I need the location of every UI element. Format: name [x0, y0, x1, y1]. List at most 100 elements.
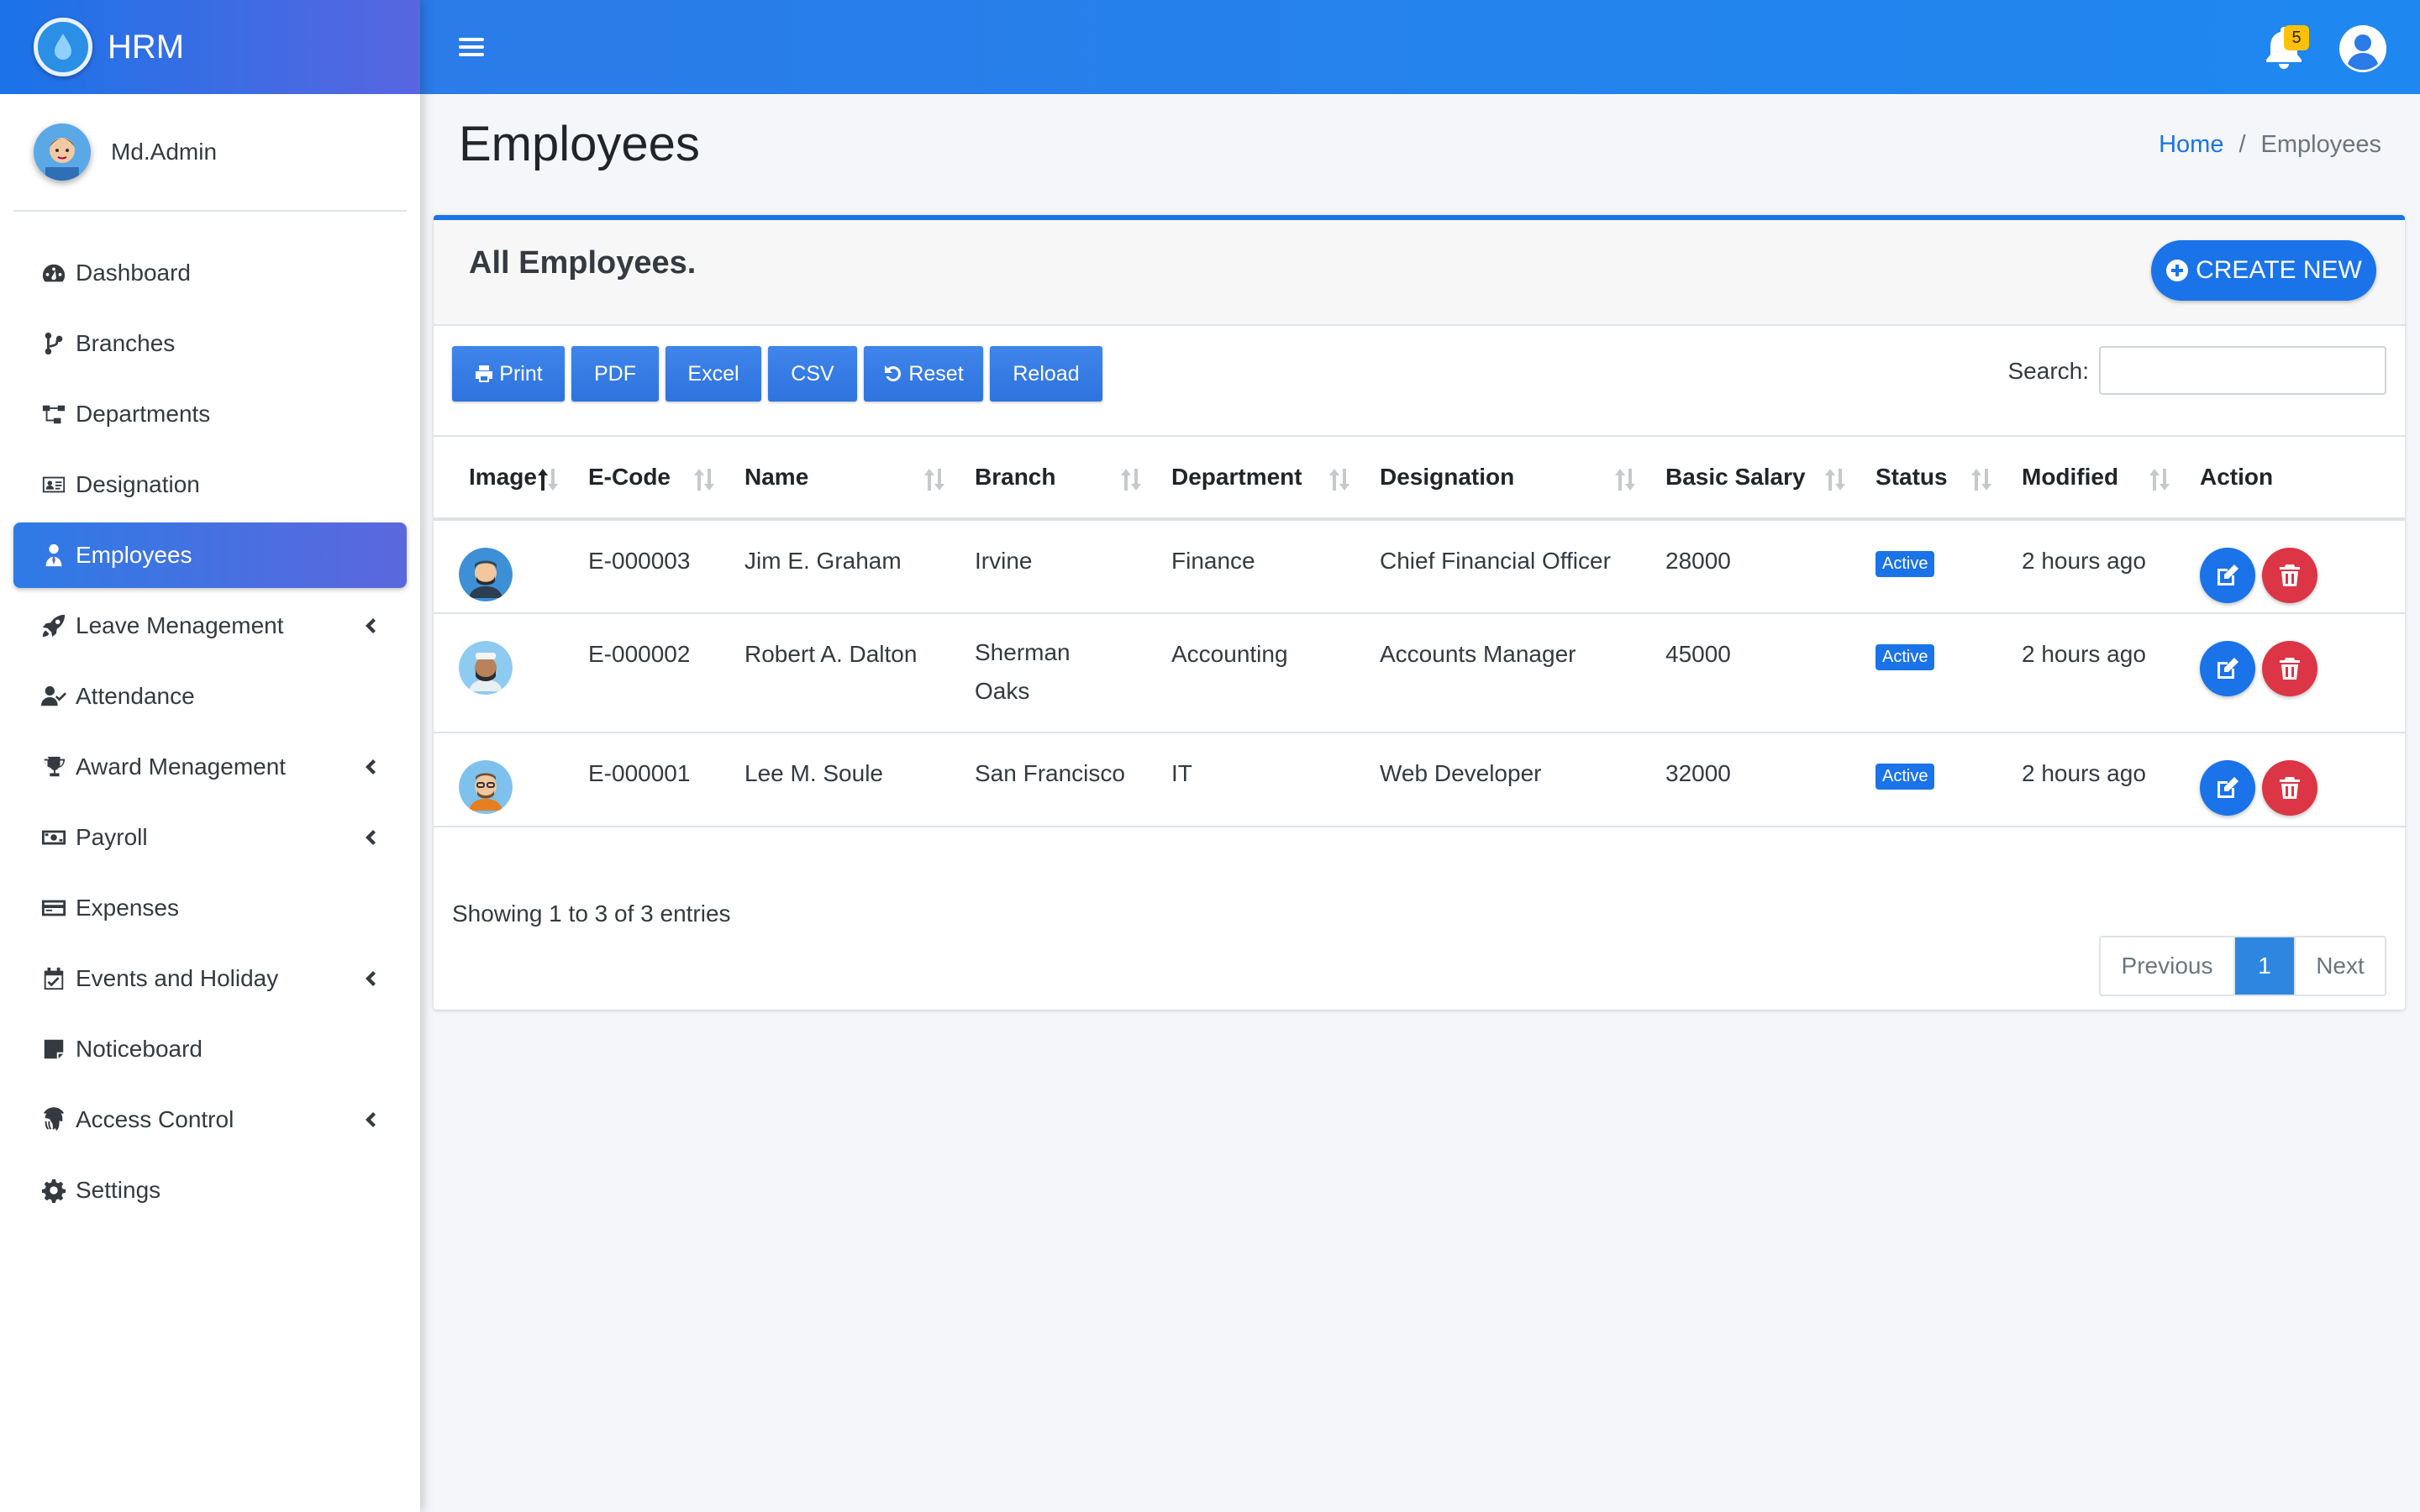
sidebar-item-label: Attendance [76, 683, 195, 709]
sidebar-nav: Dashboard Branches Departments Designati… [0, 212, 420, 1223]
cell-modified: 2 hours ago [2010, 732, 2188, 827]
sidebar-item-label: Departments [76, 401, 211, 427]
sort-icon [2148, 467, 2171, 492]
sidebar-item-label: Settings [76, 1177, 161, 1203]
status-badge: Active [1876, 551, 1935, 577]
delete-button[interactable] [2262, 641, 2317, 696]
cell-action [2188, 613, 2405, 733]
cell-status: Active [1864, 613, 2010, 733]
sidebar-item-award-menagement[interactable]: Award Menagement [13, 734, 407, 800]
sidebar-item-departments[interactable]: Departments [13, 381, 407, 447]
sidebar-item-settings[interactable]: Settings [13, 1158, 407, 1223]
reset-button[interactable]: Reset [864, 346, 983, 402]
sidebar-item-dashboard[interactable]: Dashboard [13, 240, 407, 306]
column-header-designation[interactable]: Designation [1368, 437, 1654, 521]
edit-icon [2217, 564, 2238, 585]
excel-button[interactable]: Excel [666, 346, 761, 402]
cell-image [434, 732, 576, 827]
column-header-branch[interactable]: Branch [963, 437, 1160, 521]
user-name: Md.Admin [111, 139, 218, 165]
cell-department: Accounting [1160, 613, 1368, 733]
card-header: All Employees. CREATE NEW [434, 220, 2405, 326]
delete-button[interactable] [2262, 760, 2317, 816]
csv-button[interactable]: CSV [768, 346, 857, 402]
brand[interactable]: HRM [0, 0, 420, 94]
sort-icon [1823, 467, 1847, 492]
reload-label: Reload [1013, 361, 1080, 386]
trash-icon [2280, 777, 2300, 799]
cell-basic-salary: 45000 [1654, 613, 1864, 733]
edit-button[interactable] [2200, 548, 2255, 603]
user-panel[interactable]: Md.Admin [13, 94, 407, 212]
sidebar-item-leave-menagement[interactable]: Leave Menagement [13, 593, 407, 659]
next-page-button[interactable]: Next [2294, 937, 2385, 995]
cell-basic-salary: 32000 [1654, 732, 1864, 827]
breadcrumb: Home / Employees [2159, 131, 2381, 159]
breadcrumb-current: Employees [2260, 131, 2381, 158]
edit-button[interactable] [2200, 760, 2255, 816]
cell-action [2188, 732, 2405, 827]
column-header-name[interactable]: Name [733, 437, 963, 521]
sidebar-item-designation[interactable]: Designation [13, 452, 407, 517]
search-input[interactable] [2099, 346, 2386, 395]
table-row: E-000001 Lee M. Soule San Francisco IT W… [434, 732, 2405, 827]
sidebar-item-branches[interactable]: Branches [13, 311, 407, 376]
cell-image [434, 519, 576, 614]
pdf-label: PDF [594, 361, 636, 386]
sidebar-item-expenses[interactable]: Expenses [13, 875, 407, 941]
cell-branch: Sherman Oaks [963, 613, 1160, 733]
notifications-bell[interactable]: 5 [2262, 24, 2309, 71]
cell-branch: San Francisco [963, 732, 1160, 827]
export-toolbar: Print PDF Excel CSV Reset Reload [452, 346, 1102, 402]
sort-asc-icon [536, 467, 560, 492]
card-title: All Employees. [469, 245, 697, 281]
user-menu-icon[interactable] [2338, 24, 2388, 74]
page-1-button[interactable]: 1 [2235, 937, 2294, 995]
sort-icon [1328, 467, 1351, 492]
sidebar-item-payroll[interactable]: Payroll [13, 805, 407, 870]
menu-toggle-icon[interactable] [459, 34, 484, 60]
rocket-icon [39, 611, 69, 641]
breadcrumb-home-link[interactable]: Home [2159, 131, 2223, 159]
sidebar-item-attendance[interactable]: Attendance [13, 664, 407, 729]
cell-modified: 2 hours ago [2010, 519, 2188, 614]
column-header-e-code[interactable]: E-Code [576, 437, 733, 521]
breadcrumb-separator: / [2238, 131, 2246, 158]
create-new-button[interactable]: CREATE NEW [2151, 240, 2376, 301]
sidebar-item-label: Events and Holiday [76, 965, 279, 991]
column-header-status[interactable]: Status [1864, 437, 2010, 521]
employee-avatar [459, 760, 513, 814]
previous-page-button[interactable]: Previous [2101, 937, 2235, 995]
column-header-image[interactable]: Image [434, 437, 576, 521]
sidebar-item-access-control[interactable]: Access Control [13, 1087, 407, 1152]
sidebar-item-label: Payroll [76, 824, 148, 850]
print-icon [476, 365, 493, 382]
pdf-button[interactable]: PDF [571, 346, 659, 402]
sidebar-item-events-and-holiday[interactable]: Events and Holiday [13, 946, 407, 1011]
calendar-check-icon [39, 963, 69, 994]
cell-status: Active [1864, 519, 2010, 614]
edit-button[interactable] [2200, 641, 2255, 696]
cell-branch: Irvine [963, 519, 1160, 614]
employee-avatar [459, 548, 513, 601]
sidebar-item-employees[interactable]: Employees [13, 522, 407, 588]
print-button[interactable]: Print [452, 346, 565, 402]
table-info: Showing 1 to 3 of 3 entries [452, 900, 731, 927]
column-header-modified[interactable]: Modified [2010, 437, 2188, 521]
user-check-icon [39, 681, 69, 711]
column-header-department[interactable]: Department [1160, 437, 1368, 521]
cell-e-code: E-000003 [576, 519, 733, 614]
sort-icon [923, 467, 946, 492]
cell-e-code: E-000001 [576, 732, 733, 827]
row-actions [2200, 641, 2405, 696]
column-header-basic-salary[interactable]: Basic Salary [1654, 437, 1864, 521]
reload-button[interactable]: Reload [990, 346, 1102, 402]
brand-name: HRM [108, 28, 185, 66]
employees-card: All Employees. CREATE NEW Print PDF Exce… [434, 215, 2405, 1010]
top-navbar: 5 [420, 0, 2420, 94]
cell-action [2188, 519, 2405, 614]
create-new-label: CREATE NEW [2196, 256, 2362, 284]
delete-button[interactable] [2262, 548, 2317, 603]
sidebar: HRM Md.Admin Dashboard Branches Departme [0, 0, 420, 1512]
sidebar-item-noticeboard[interactable]: Noticeboard [13, 1016, 407, 1082]
